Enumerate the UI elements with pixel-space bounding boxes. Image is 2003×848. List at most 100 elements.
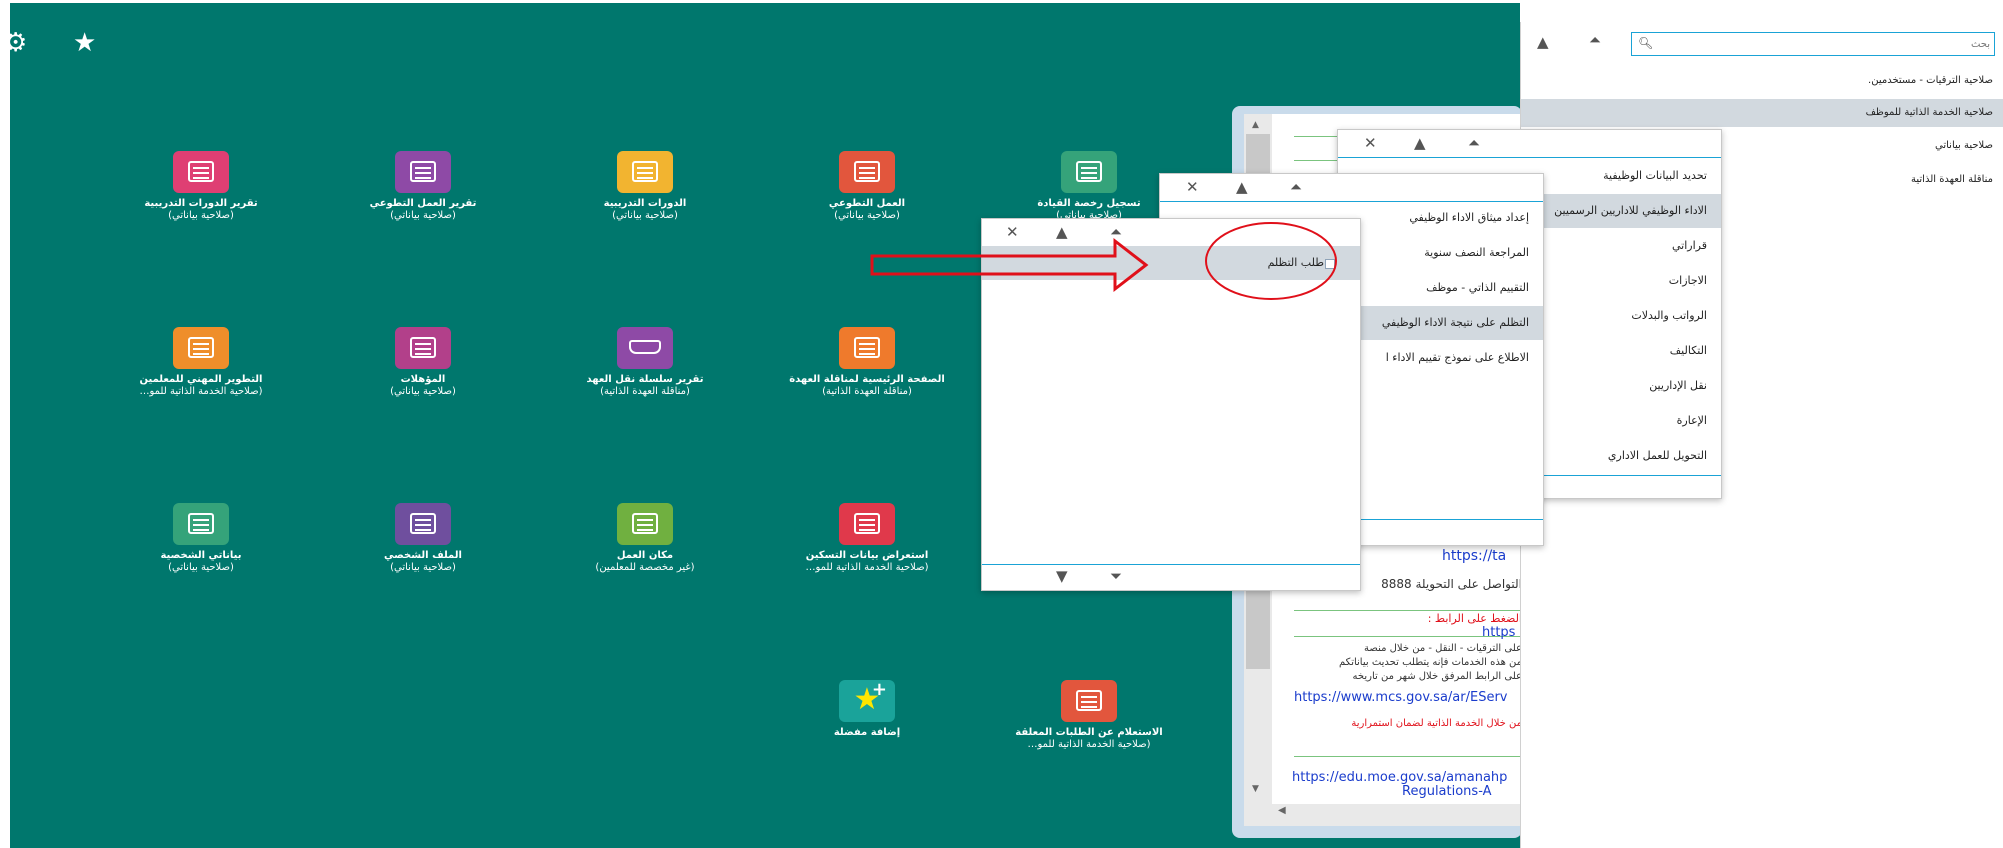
tile-subtitle: (صلاحية بياناتي) <box>390 210 456 221</box>
collapse-all-icon[interactable]: ⏶ <box>1589 32 1601 48</box>
tile-title: الملف الشخصي <box>384 550 462 561</box>
app-tile[interactable]: استعراض بيانات التسكين (صلاحية الخدمة الذ… <box>787 503 947 574</box>
tile-title: بياناتي الشخصية <box>160 550 242 561</box>
tile-title: العمل التطوعي <box>828 198 906 209</box>
scroll-left-icon[interactable]: ◀ <box>1278 805 1286 816</box>
collapse-icon[interactable]: ▲ <box>1056 224 1068 240</box>
document-icon <box>617 151 673 193</box>
browser-link[interactable]: https://edu.moe.gov.sa/amanahp <box>1292 770 1522 785</box>
browser-link[interactable]: Regulations-A <box>1402 784 1522 799</box>
close-icon[interactable]: ✕ <box>1186 179 1199 195</box>
document-icon <box>1061 680 1117 722</box>
app-tile[interactable]: الصفحة الرئيسية لمناقلة العهدة (مناقلة ال… <box>787 327 947 398</box>
browser-link[interactable]: https <box>1482 625 1522 640</box>
tile-subtitle: (صلاحية بياناتي) <box>390 386 456 397</box>
scroll-down-icon[interactable]: ▼ <box>1252 784 1259 794</box>
tile-subtitle: (صلاحية بياناتي) <box>168 562 234 573</box>
document-icon <box>395 327 451 369</box>
collapse-all-icon[interactable]: ⏶ <box>1110 224 1122 240</box>
horizontal-scrollbar[interactable] <box>1272 804 1522 826</box>
collapse-icon[interactable]: ▲ <box>1414 135 1426 151</box>
document-icon <box>173 327 229 369</box>
tile-title: تقرير سلسلة نقل العهد <box>586 374 704 385</box>
collapse-all-icon[interactable]: ⏶ <box>1468 135 1480 151</box>
menu-header: ✕ ▲ ⏶ <box>982 219 1360 247</box>
menu-header: ✕ ▲ ⏶ <box>1338 130 1721 158</box>
app-tile[interactable]: تقرير الدورات التدريبية (صلاحية بياناتي) <box>121 151 281 222</box>
app-tile[interactable]: بياناتي الشخصية (صلاحية بياناتي) <box>121 503 281 574</box>
appeal-menu: ✕ ▲ ⏶ طلب التظلم ▼ ⏷ <box>981 218 1361 591</box>
close-icon[interactable]: ✕ <box>1364 135 1377 151</box>
app-tile[interactable]: الاستعلام عن الطلبات المعلقة (صلاحية الخد… <box>1009 680 1169 751</box>
app-tile[interactable]: ★ + إضافة مفضلة <box>787 679 947 739</box>
document-icon <box>617 503 673 545</box>
gear-icon[interactable]: ⚙ <box>4 30 27 56</box>
nav-item-promotions[interactable]: صلاحية الترقيات - مستخدمين. <box>1868 75 1993 86</box>
browser-link[interactable]: https://www.mcs.gov.sa/ar/EServ <box>1294 690 1522 705</box>
document-icon <box>839 503 895 545</box>
tile-title: المؤهلات <box>400 374 446 385</box>
document-icon <box>173 151 229 193</box>
document-icon <box>395 151 451 193</box>
collapse-icon[interactable]: ▲ <box>1537 34 1549 50</box>
star-plus-icon: ★ + <box>839 679 895 722</box>
nav-item-my-data[interactable]: صلاحية بياناتي <box>1935 140 1993 151</box>
app-tile[interactable]: الملف الشخصي (صلاحية بياناتي) <box>343 503 503 574</box>
app-tile[interactable]: المؤهلات (صلاحية بياناتي) <box>343 327 503 398</box>
browser-link[interactable]: https://ta <box>1442 548 1522 564</box>
tile-subtitle: (غير مخصصة للمعلمين) <box>595 562 695 573</box>
collapse-all-icon[interactable]: ⏶ <box>1290 179 1302 195</box>
star-icon[interactable]: ★ <box>73 30 96 56</box>
browser-text: على الرابط المرفق خلال شهر من تاريخه <box>1352 671 1522 682</box>
document-icon <box>839 327 895 369</box>
app-tile[interactable]: التطوير المهني للمعلمين (صلاحية الخدمة ال… <box>121 327 281 398</box>
tile-title: استعراض بيانات التسكين <box>805 550 929 561</box>
tile-subtitle: (صلاحية بياناتي) <box>612 210 678 221</box>
logo-dots: ::::. . .:::::::. . . . :: <box>1773 0 1842 21</box>
app-tile[interactable]: العمل التطوعي (صلاحية بياناتي) <box>787 151 947 222</box>
nav-item-custody-transfer[interactable]: مناقلة العهدة الذاتية <box>1911 174 1993 185</box>
document-icon <box>1061 151 1117 193</box>
checkbox[interactable] <box>1325 259 1335 269</box>
tile-subtitle: (صلاحية بياناتي) <box>390 562 456 573</box>
search-field[interactable]: 🔍︎ <box>1631 32 1995 56</box>
collapse-icon[interactable]: ▲ <box>1236 179 1248 195</box>
scroll-up-icon[interactable]: ▲ <box>1252 120 1259 130</box>
menu-footer-line <box>982 564 1360 565</box>
browser-text: على الترقيات - النقل - من خلال منصة <box>1364 643 1522 654</box>
scroll-down-icon[interactable]: ▼ <box>1056 568 1068 584</box>
document-icon <box>395 503 451 545</box>
nav-item-employee-self-service[interactable]: صلاحية الخدمة الذاتية للموظف <box>1866 107 1993 118</box>
tile-subtitle: (مناقلة العهدة الذاتية) <box>822 386 912 397</box>
browser-text: من خلال الخدمة الذاتية لضمان استمرارية <box>1351 718 1522 729</box>
app-tile[interactable]: تقرير العمل التطوعي (صلاحية بياناتي) <box>343 151 503 222</box>
close-icon[interactable]: ✕ <box>1006 224 1019 240</box>
tile-title: إضافة مفضلة <box>833 727 901 738</box>
tile-subtitle: (مناقلة العهدة الذاتية) <box>600 386 690 397</box>
glasses-icon <box>617 327 673 369</box>
divider <box>1294 756 1522 757</box>
document-icon <box>173 503 229 545</box>
tile-subtitle: (صلاحية الخدمة الذاتية للمو… <box>1027 739 1151 750</box>
app-tile[interactable]: تقرير سلسلة نقل العهد (مناقلة العهدة الذا… <box>565 327 725 398</box>
tile-title: تقرير الدورات التدريبية <box>144 198 258 209</box>
browser-text: من هذه الخدمات فإنه يتطلب تحديث بياناتكم <box>1339 657 1522 668</box>
search-input[interactable] <box>1658 35 1990 53</box>
app-tile[interactable]: مكان العمل (غير مخصصة للمعلمين) <box>565 503 725 574</box>
tile-title: تقرير العمل التطوعي <box>369 198 477 209</box>
tile-subtitle: (صلاحية بياناتي) <box>834 210 900 221</box>
menu-item-appeal-request[interactable]: طلب التظلم <box>982 246 1360 280</box>
tile-title: التطوير المهني للمعلمين <box>139 374 263 385</box>
app-tile[interactable]: الدورات التدريبية (صلاحية بياناتي) <box>565 151 725 222</box>
search-icon: 🔍︎ <box>1638 36 1654 50</box>
menu-header: ✕ ▲ ⏶ <box>1160 174 1543 202</box>
tile-title: الصفحة الرئيسية لمناقلة العهدة <box>789 374 945 385</box>
expand-all-icon[interactable]: ⏷ <box>1110 568 1122 584</box>
divider <box>1294 610 1522 611</box>
app-tile[interactable]: تسجيل رخصة القيادة (صلاحية بياناتي) <box>1009 151 1169 222</box>
tile-subtitle: (صلاحية الخدمة الذاتية للمو… <box>805 562 929 573</box>
document-icon <box>839 151 895 193</box>
tile-title: الاستعلام عن الطلبات المعلقة <box>1015 727 1163 738</box>
tile-title: تسجيل رخصة القيادة <box>1037 198 1141 209</box>
tile-subtitle: (صلاحية الخدمة الذاتية للمو… <box>139 386 263 397</box>
